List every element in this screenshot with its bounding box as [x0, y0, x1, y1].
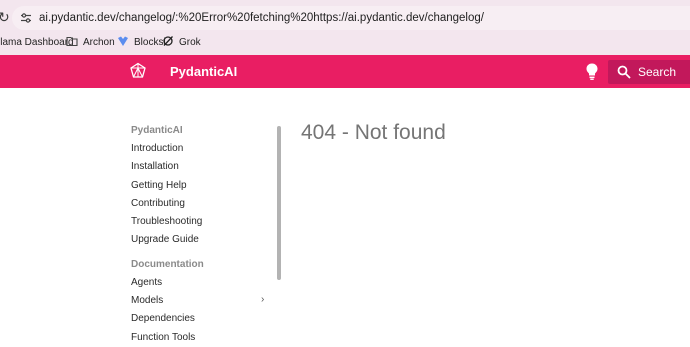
nav-item-troubleshooting[interactable]: Troubleshooting — [131, 216, 202, 227]
nav-item-models[interactable]: Models — [131, 295, 163, 306]
grok-icon — [163, 36, 173, 46]
nav-item-installation[interactable]: Installation — [131, 161, 179, 172]
bookmark-archon[interactable]: Archon — [66, 35, 115, 51]
blocksi-icon — [118, 36, 128, 46]
search-icon — [617, 65, 631, 79]
bookmark-llama-dashboard[interactable]: llama Dashboard — [0, 35, 74, 51]
bookmark-label: Blocksi — [134, 37, 166, 48]
nav-item-agents[interactable]: Agents — [131, 277, 162, 288]
site-info-icon[interactable] — [20, 12, 32, 24]
nav-section-title: PydanticAI — [131, 125, 183, 136]
nav-section-title: Documentation — [131, 259, 204, 270]
page-title: 404 - Not found — [301, 121, 446, 144]
url-text[interactable]: ai.pydantic.dev/changelog/:%20Error%20fe… — [39, 9, 484, 27]
address-bar[interactable]: ↻ ai.pydantic.dev/changelog/:%20Error%20… — [0, 6, 690, 30]
bookmark-grok[interactable]: Grok — [162, 35, 201, 51]
bookmark-label: Grok — [179, 37, 201, 48]
pydantic-logo-icon[interactable] — [129, 62, 147, 80]
url-domain: ai.pydantic.dev — [39, 12, 116, 24]
lightbulb-icon[interactable] — [584, 62, 600, 81]
search-label: Search — [638, 65, 677, 79]
bookmark-label: Archon — [83, 37, 115, 48]
nav-item-upgrade-guide[interactable]: Upgrade Guide — [131, 234, 199, 245]
nav-item-dependencies[interactable]: Dependencies — [131, 313, 195, 324]
browser-toolbar: ↻ ai.pydantic.dev/changelog/:%20Error%20… — [0, 0, 690, 30]
nav-item-getting-help[interactable]: Getting Help — [131, 180, 187, 191]
nav-item-function-tools[interactable]: Function Tools — [131, 332, 195, 343]
chevron-right-icon[interactable]: › — [261, 294, 264, 305]
site-title[interactable]: PydanticAI — [170, 55, 237, 88]
site-header: PydanticAI Search — [0, 55, 690, 88]
reload-icon[interactable]: ↻ — [0, 8, 12, 26]
bookmarks-bar: llama Dashboard Archon Blocksi Grok — [0, 30, 690, 55]
search-button[interactable]: Search — [608, 60, 690, 84]
sidebar-scrollbar-thumb[interactable] — [277, 126, 281, 280]
nav-item-contributing[interactable]: Contributing — [131, 198, 185, 209]
nav-item-introduction[interactable]: Introduction — [131, 143, 183, 154]
url-path: /changelog/:%20Error%20fetching%20https:… — [115, 12, 484, 24]
bookmark-blocksi[interactable]: Blocksi — [117, 35, 166, 51]
bookmark-label: llama Dashboard — [0, 37, 74, 48]
folder-icon — [66, 36, 78, 47]
